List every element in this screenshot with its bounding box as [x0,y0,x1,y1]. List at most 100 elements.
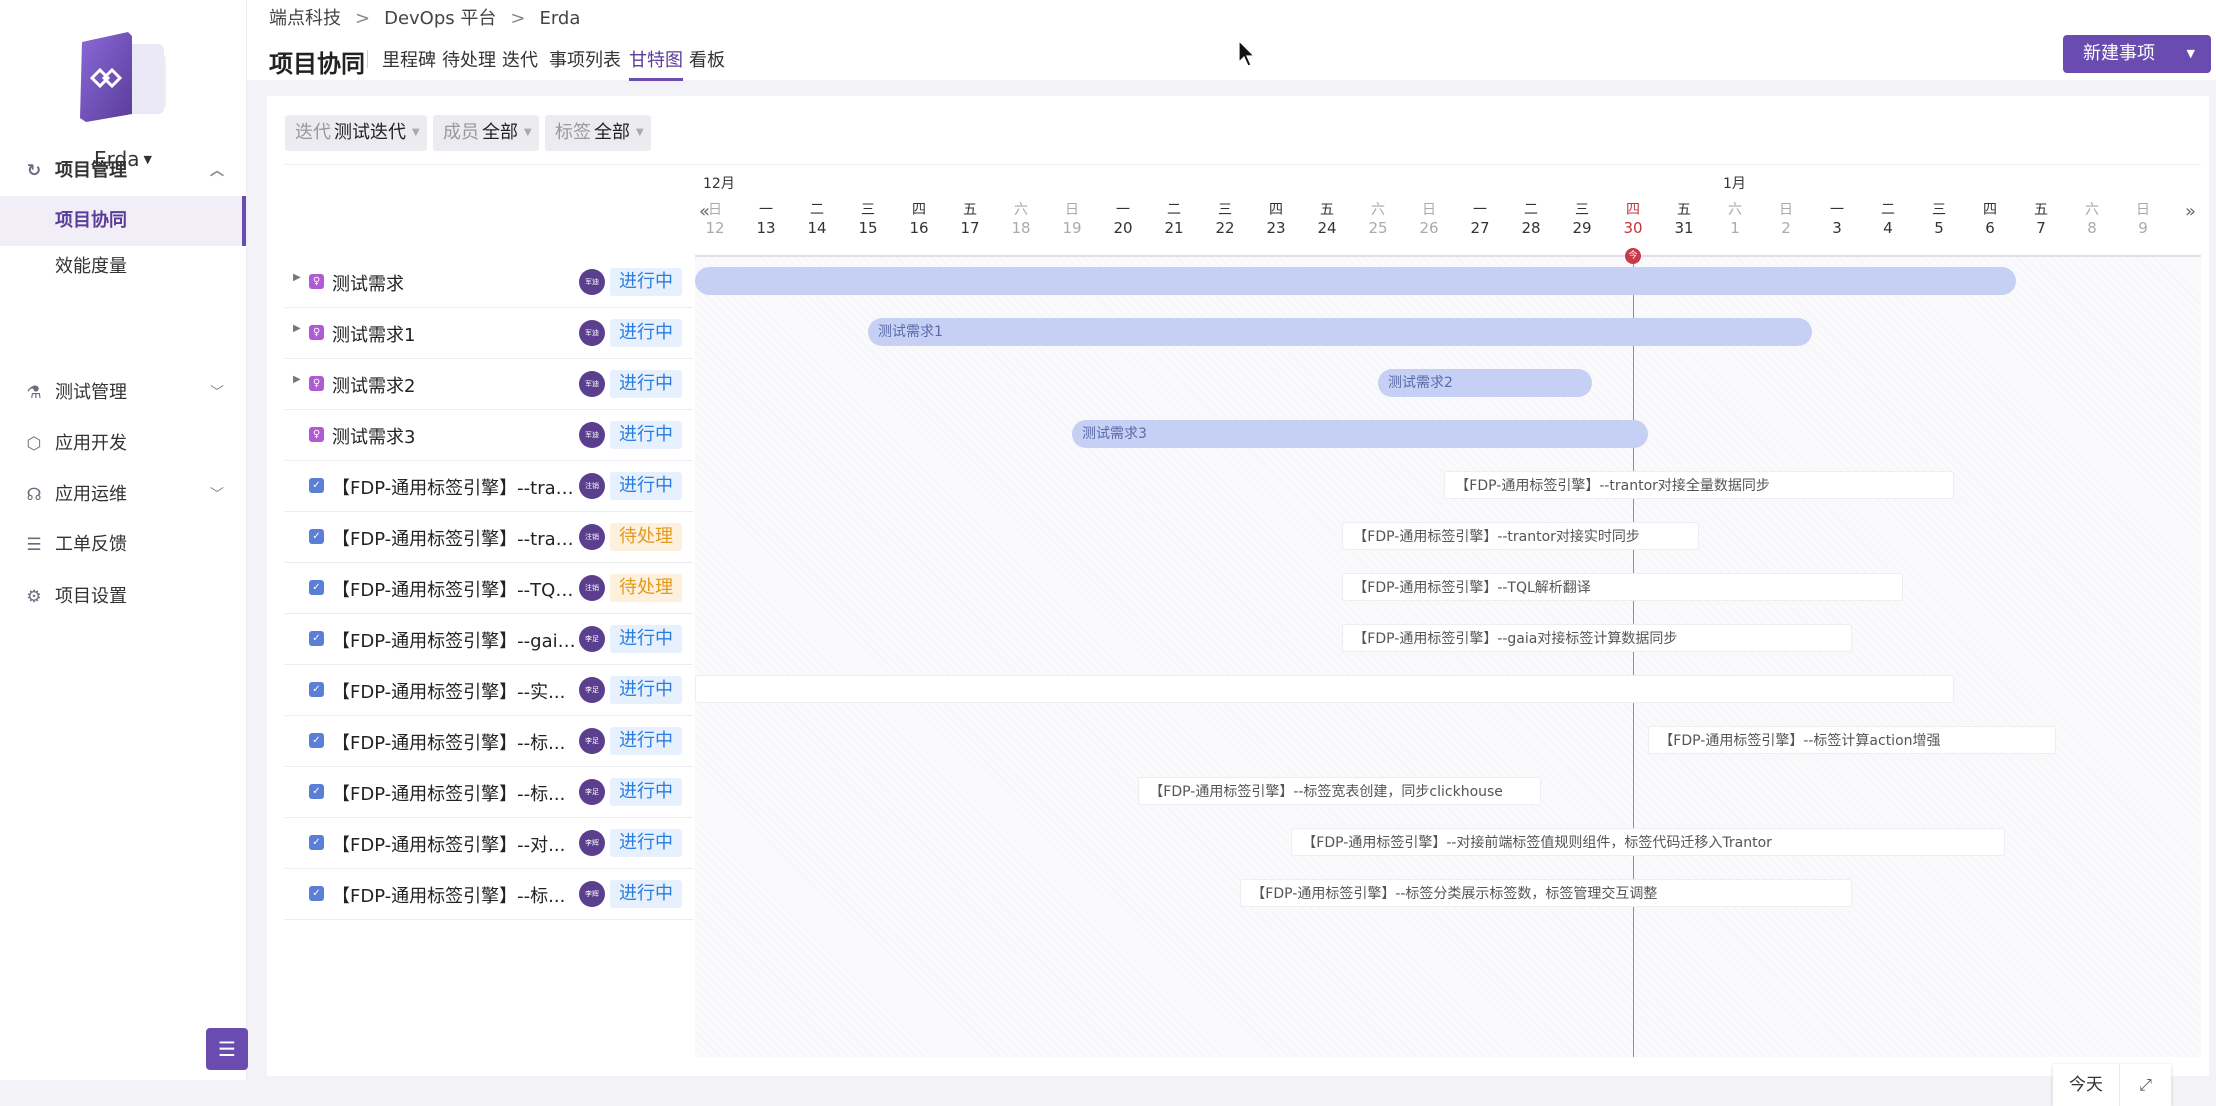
gantt-bar[interactable]: 【FDP-通用标签引擎】--trantor对接实时同步 [1342,522,1699,550]
nav-app-ops[interactable]: ☊ 应用运维 ﹀ [0,470,246,520]
header: 端点科技>DevOps 平台>Erda 项目协同 里程碑 待处理 迭代 事项列表… [247,0,2216,80]
scroll-right-icon[interactable]: » [2185,201,2196,222]
today-button[interactable]: 今天 [2053,1064,2120,1106]
filter-tag[interactable]: 标签全部▼ [545,115,651,151]
gantt-bar[interactable]: 【FDP-通用标签引擎】--gaia对接标签计算数据同步 [1342,624,1852,652]
tab-pending[interactable]: 待处理 [442,46,496,72]
day-label: 20 [1103,219,1143,237]
weekday-label: 五 [1664,199,1704,219]
breadcrumb-platform[interactable]: DevOps 平台 [384,8,496,29]
day-label: 31 [1664,219,1704,237]
issue-row[interactable]: ▶♀测试需求1军迪进行中 [285,308,693,359]
breadcrumb-project[interactable]: Erda [539,8,580,29]
status-badge[interactable]: 进行中 [610,880,682,908]
weekday-label: 二 [797,199,837,219]
status-badge[interactable]: 进行中 [610,829,682,857]
issue-row[interactable]: ✓【FDP-通用标签引擎】--标...李足进行中 [285,716,693,767]
issue-row[interactable]: ♀测试需求3军迪进行中 [285,410,693,461]
status-badge[interactable]: 进行中 [610,625,682,653]
status-badge[interactable]: 进行中 [610,472,682,500]
issue-title[interactable]: 测试需求3 [332,423,577,449]
issue-title[interactable]: 【FDP-通用标签引擎】--gaia... [332,627,577,653]
status-badge[interactable]: 进行中 [610,676,682,704]
status-badge[interactable]: 待处理 [610,574,682,602]
filter-iteration[interactable]: 迭代测试迭代▼ [285,115,427,151]
gantt-bar[interactable]: 【FDP-通用标签引擎】--标签分类展示标签数，标签管理交互调整 [1240,879,1852,907]
issue-title[interactable]: 【FDP-通用标签引擎】--tran... [332,474,577,500]
nav-app-dev[interactable]: ⬡ 应用开发 [0,419,246,469]
issue-title[interactable]: 【FDP-通用标签引擎】--标... [332,729,577,755]
status-badge[interactable]: 进行中 [610,370,682,398]
chevron-right-icon: > [510,8,525,29]
issue-title[interactable]: 测试需求 [332,270,577,296]
test-flask-icon: ⚗ [24,368,44,418]
expand-icon[interactable]: ⤢ [2120,1064,2171,1106]
issue-row[interactable]: ▶♀测试需求2军迪进行中 [285,359,693,410]
issue-row[interactable]: ✓【FDP-通用标签引擎】--实...李足进行中 [285,665,693,716]
gantt-bar[interactable]: 【FDP-通用标签引擎】--对接前端标签值规则组件，标签代码迁移入Trantor [1291,828,2005,856]
gantt-bar[interactable]: 【FDP-通用标签引擎】--trantor对接全量数据同步 [1444,471,1954,499]
requirement-icon: ♀ [309,427,324,442]
day-label: 24 [1307,219,1347,237]
issue-title[interactable]: 【FDP-通用标签引擎】--对... [332,831,577,857]
issue-row[interactable]: ✓【FDP-通用标签引擎】--对...李辉进行中 [285,818,693,869]
chevron-down-icon: ﹀ [210,470,224,520]
gantt-bar[interactable]: 【FDP-通用标签引擎】--标签宽表创建，同步clickhouse [1138,777,1541,805]
new-issue-button[interactable]: 新建事项▼ [2063,35,2211,73]
issue-row[interactable]: ✓【FDP-通用标签引擎】--TQL...注销待处理 [285,563,693,614]
breadcrumb-org[interactable]: 端点科技 [269,8,341,29]
gantt-bar[interactable]: 【FDP-通用标签引擎】--TQL解析翻译 [1342,573,1903,601]
nav-project-collab[interactable]: 项目协同 [0,196,246,246]
issue-row[interactable]: ✓【FDP-通用标签引擎】--标...李辉进行中 [285,869,693,920]
issue-title[interactable]: 【FDP-通用标签引擎】--tran... [332,525,577,551]
issue-row[interactable]: ✓【FDP-通用标签引擎】--标...李足进行中 [285,767,693,818]
caret-right-icon[interactable]: ▶ [293,323,301,334]
issue-row[interactable]: ✓【FDP-通用标签引擎】--tran...注销待处理 [285,512,693,563]
status-badge[interactable]: 待处理 [610,523,682,551]
issue-title[interactable]: 【FDP-通用标签引擎】--实... [332,678,577,704]
issue-title[interactable]: 测试需求1 [332,321,577,347]
issue-row[interactable]: ✓【FDP-通用标签引擎】--gaia...李足进行中 [285,614,693,665]
issue-title[interactable]: 测试需求2 [332,372,577,398]
nav-project-management[interactable]: ↻ 项目管理 ︿ [0,146,246,196]
issue-row[interactable]: ▶♀测试需求军迪进行中 [285,257,693,308]
checkbox-task-icon: ✓ [309,835,324,850]
nav-test-management[interactable]: ⚗ 测试管理 ﹀ [0,368,246,418]
issue-title[interactable]: 【FDP-通用标签引擎】--TQL... [332,576,577,602]
tab-kanban[interactable]: 看板 [689,46,725,72]
nav-tickets[interactable]: ☰ 工单反馈 [0,520,246,570]
checkbox-task-icon: ✓ [309,478,324,493]
filter-member[interactable]: 成员全部▼ [433,115,539,151]
avatar: 军迪 [579,320,605,346]
status-badge[interactable]: 进行中 [610,268,682,296]
nav-project-settings[interactable]: ⚙ 项目设置 [0,572,246,622]
gantt-bar[interactable] [695,267,2016,295]
weekday-label: 五 [1307,199,1347,219]
issue-title[interactable]: 【FDP-通用标签引擎】--标... [332,882,577,908]
caret-right-icon[interactable]: ▶ [293,272,301,283]
gantt-bar[interactable]: 测试需求3 [1072,420,1648,448]
checkbox-task-icon: ✓ [309,784,324,799]
cube-icon: ⬡ [24,419,44,469]
gantt-bar[interactable]: 测试需求1 [868,318,1812,346]
caret-right-icon[interactable]: ▶ [293,374,301,385]
tab-milestone[interactable]: 里程碑 [382,46,436,72]
issue-title[interactable]: 【FDP-通用标签引擎】--标... [332,780,577,806]
tab-issue-list[interactable]: 事项列表 [549,46,621,72]
status-badge[interactable]: 进行中 [610,421,682,449]
day-label: 16 [899,219,939,237]
collapse-sidebar-button[interactable]: ☰ [206,1028,248,1070]
status-badge[interactable]: 进行中 [610,727,682,755]
gantt-bar[interactable]: 【FDP-通用标签引擎】--标签计算action增强 [1648,726,2056,754]
issue-row[interactable]: ✓【FDP-通用标签引擎】--tran...注销进行中 [285,461,693,512]
status-badge[interactable]: 进行中 [610,319,682,347]
gantt-bar[interactable] [695,675,1954,703]
weekday-label: 五 [950,199,990,219]
tab-gantt[interactable]: 甘特图 [629,46,683,72]
weekday-label: 六 [1715,199,1755,219]
nav-efficiency[interactable]: 效能度量 [0,242,246,292]
status-badge[interactable]: 进行中 [610,778,682,806]
tab-iteration[interactable]: 迭代 [502,46,538,72]
weekday-label: 日 [1766,199,1806,219]
gantt-bar[interactable]: 测试需求2 [1378,369,1592,397]
